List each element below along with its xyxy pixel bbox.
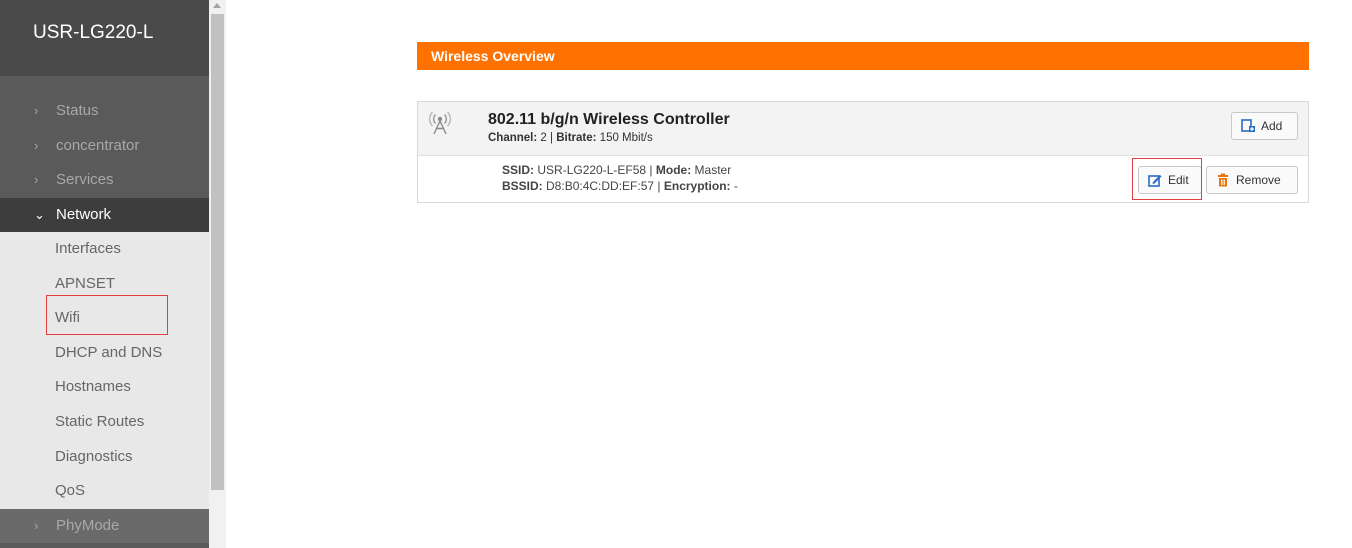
sidebar-item-label: PhyMode — [56, 516, 120, 534]
submenu-item-interfaces[interactable]: Interfaces — [0, 232, 209, 267]
sidebar-item-label: Network — [56, 205, 112, 223]
chevron-right-icon: › — [34, 172, 39, 187]
antenna-icon — [429, 111, 451, 135]
chevron-down-icon: ⌄ — [34, 206, 45, 222]
chevron-right-icon: › — [34, 103, 39, 118]
sidebar: USR-LG220-L › Status › concentrator › Se… — [0, 0, 209, 548]
submenu-item-diagnostics[interactable]: Diagnostics — [0, 440, 209, 475]
app-title: USR-LG220-L — [33, 22, 154, 43]
sidebar-scrollbar[interactable] — [209, 0, 226, 548]
brand-header: USR-LG220-L — [0, 0, 209, 76]
network-submenu: Interfaces APNSET Wifi DHCP and DNS Host… — [0, 232, 209, 509]
bssid-line: BSSID: D8:B0:4C:DD:EF:57 | Encryption: - — [502, 179, 738, 193]
main-content: Wireless Overview 802.11 b/g/n Wireless … — [226, 0, 1352, 548]
trash-icon — [1218, 173, 1228, 187]
chevron-right-icon: › — [34, 517, 39, 533]
scroll-up-arrow-icon[interactable] — [213, 3, 221, 8]
submenu-item-hostnames[interactable]: Hostnames — [0, 370, 209, 405]
channel-value: 2 — [540, 132, 547, 144]
ssid-value: USR-LG220-L-EF58 — [537, 163, 647, 177]
edit-highlight-box — [1132, 158, 1202, 200]
remove-button[interactable]: Remove — [1206, 166, 1298, 194]
ssid-line: SSID: USR-LG220-L-EF58 | Mode: Master — [502, 163, 732, 177]
sidebar-item-label: Services — [56, 171, 114, 188]
add-button[interactable]: Add — [1231, 112, 1298, 140]
sidebar-item-label: concentrator — [56, 136, 140, 154]
sidebar-item-label: Status — [56, 102, 99, 119]
sidebar-item-phymode[interactable]: › PhyMode — [0, 508, 209, 544]
wifi-highlight-box — [46, 295, 168, 335]
sidebar-item-network[interactable]: ⌄ Network — [0, 197, 209, 232]
mode-value: Master — [694, 163, 732, 177]
controller-details: Channel: 2 | Bitrate: 150 Mbit/s — [488, 132, 653, 144]
section-title: Wireless Overview — [417, 42, 1309, 70]
sidebar-item-status[interactable]: › Status — [0, 94, 209, 129]
submenu-item-qos[interactable]: QoS — [0, 474, 209, 509]
sidebar-item-services[interactable]: › Services — [0, 163, 209, 198]
sidebar-item-concentrator[interactable]: › concentrator — [0, 129, 209, 164]
controller-header: 802.11 b/g/n Wireless Controller Channel… — [418, 102, 1308, 156]
controller-title: 802.11 b/g/n Wireless Controller — [488, 111, 730, 128]
add-icon — [1241, 119, 1255, 132]
chevron-right-icon: › — [34, 137, 39, 153]
bitrate-value: 150 Mbit/s — [599, 132, 653, 144]
submenu-item-static-routes[interactable]: Static Routes — [0, 405, 209, 440]
submenu-item-dhcp-dns[interactable]: DHCP and DNS — [0, 336, 209, 371]
scroll-thumb[interactable] — [211, 14, 224, 490]
encryption-value: - — [733, 179, 738, 193]
bssid-value: D8:B0:4C:DD:EF:57 — [546, 179, 655, 193]
